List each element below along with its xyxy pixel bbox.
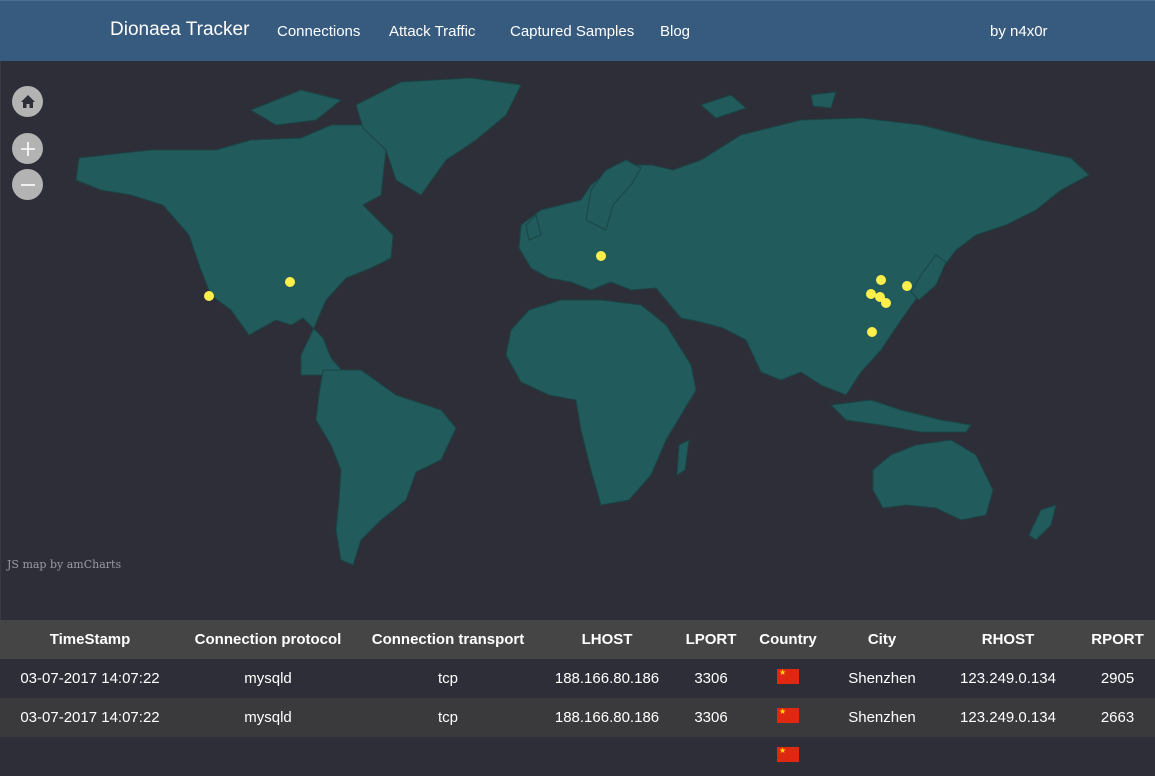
cell-rport: 2663 bbox=[1080, 698, 1155, 737]
zoom-out-button[interactable] bbox=[12, 169, 43, 200]
cell-protocol: mysqld bbox=[180, 659, 356, 698]
map-marker[interactable] bbox=[902, 281, 912, 291]
map-marker[interactable] bbox=[881, 298, 891, 308]
cell-city: Shenzhen bbox=[828, 659, 936, 698]
map-landmasses bbox=[75, 77, 1090, 566]
column-header-rport[interactable]: RPORT bbox=[1080, 620, 1155, 659]
china-flag-icon bbox=[777, 745, 799, 762]
navbar: Dionaea Tracker Connections Attack Traff… bbox=[0, 0, 1155, 61]
cell-rport: 2905 bbox=[1080, 659, 1155, 698]
author-link[interactable]: by n4x0r bbox=[990, 23, 1048, 40]
nav-captured-samples[interactable]: Captured Samples bbox=[510, 23, 634, 40]
cell-transport: tcp bbox=[356, 698, 540, 737]
column-header-lport[interactable]: LPORT bbox=[674, 620, 748, 659]
table-row[interactable]: 03-07-2017 14:07:22 mysqld tcp 188.166.8… bbox=[0, 659, 1155, 698]
column-header-timestamp[interactable]: TimeStamp bbox=[0, 620, 180, 659]
column-header-rhost[interactable]: RHOST bbox=[936, 620, 1080, 659]
region-new-zealand[interactable] bbox=[1028, 504, 1057, 541]
cell-timestamp: 03-07-2017 14:07:22 bbox=[0, 659, 180, 698]
column-header-lhost[interactable]: LHOST bbox=[540, 620, 674, 659]
region-australia[interactable] bbox=[872, 439, 994, 521]
map-credit[interactable]: JS map by amCharts bbox=[7, 558, 121, 571]
world-map[interactable]: JS map by amCharts bbox=[0, 61, 1155, 620]
column-header-country[interactable]: Country bbox=[748, 620, 828, 659]
region-arctic-islands[interactable] bbox=[249, 89, 837, 126]
nav-attack-traffic[interactable]: Attack Traffic bbox=[389, 23, 475, 40]
cell-lhost: 188.166.80.186 bbox=[540, 698, 674, 737]
cell-country bbox=[748, 659, 828, 698]
cell-country bbox=[748, 737, 828, 776]
cell-rhost: 123.249.0.134 bbox=[936, 659, 1080, 698]
china-flag-icon bbox=[777, 706, 799, 723]
zoom-in-icon bbox=[20, 141, 35, 156]
map-marker[interactable] bbox=[866, 289, 876, 299]
region-africa[interactable] bbox=[505, 299, 697, 506]
cell-rhost: 123.249.0.134 bbox=[936, 698, 1080, 737]
region-south-america[interactable] bbox=[315, 369, 457, 566]
map-marker[interactable] bbox=[876, 275, 886, 285]
column-header-transport[interactable]: Connection transport bbox=[356, 620, 540, 659]
map-marker[interactable] bbox=[285, 277, 295, 287]
cell-protocol: mysqld bbox=[180, 698, 356, 737]
cell-transport: tcp bbox=[356, 659, 540, 698]
nav-connections[interactable]: Connections bbox=[277, 23, 360, 40]
cell-timestamp: 03-07-2017 14:07:22 bbox=[0, 698, 180, 737]
nav-blog[interactable]: Blog bbox=[660, 23, 690, 40]
cell-lport: 3306 bbox=[674, 698, 748, 737]
connections-table: TimeStamp Connection protocol Connection… bbox=[0, 620, 1155, 776]
table-header-row: TimeStamp Connection protocol Connection… bbox=[0, 620, 1155, 659]
china-flag-icon bbox=[777, 667, 799, 684]
cell-lport: 3306 bbox=[674, 659, 748, 698]
region-madagascar[interactable] bbox=[676, 439, 690, 476]
table-row[interactable]: 03-07-2017 14:07:22 mysqld tcp 188.166.8… bbox=[0, 698, 1155, 737]
zoom-out-icon bbox=[20, 183, 35, 186]
map-marker[interactable] bbox=[867, 327, 877, 337]
brand-link[interactable]: Dionaea Tracker bbox=[110, 19, 249, 41]
home-icon bbox=[20, 95, 35, 108]
zoom-in-button[interactable] bbox=[12, 133, 43, 164]
world-map-svg[interactable] bbox=[1, 61, 1155, 620]
cell-lhost: 188.166.80.186 bbox=[540, 659, 674, 698]
table-row[interactable] bbox=[0, 737, 1155, 776]
region-indonesia[interactable] bbox=[829, 399, 972, 433]
home-button[interactable] bbox=[12, 86, 43, 117]
column-header-city[interactable]: City bbox=[828, 620, 936, 659]
column-header-protocol[interactable]: Connection protocol bbox=[180, 620, 356, 659]
map-marker[interactable] bbox=[596, 251, 606, 261]
region-north-america[interactable] bbox=[75, 124, 394, 376]
map-marker[interactable] bbox=[204, 291, 214, 301]
cell-city: Shenzhen bbox=[828, 698, 936, 737]
cell-country bbox=[748, 698, 828, 737]
